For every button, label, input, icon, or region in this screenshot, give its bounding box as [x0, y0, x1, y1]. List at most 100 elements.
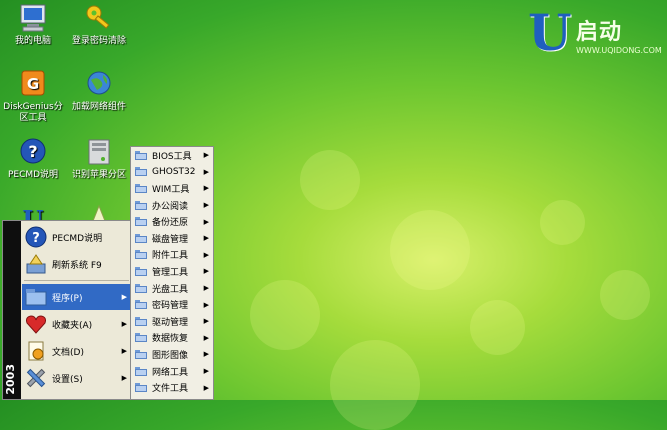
- programs-submenu: BIOS工具 ▶ GHOST32 ▶ WIM工具 ▶ 办公阅读 ▶ 备份还原 ▶ 磁盘管理…: [130, 146, 214, 400]
- svg-text:?: ?: [28, 142, 37, 161]
- programs-item-disk-management[interactable]: 磁盘管理 ▶: [132, 230, 213, 247]
- chevron-right-icon: ▶: [203, 300, 209, 309]
- programs-item-ghost32[interactable]: GHOST32 ▶: [132, 164, 213, 181]
- programs-item-file-tools[interactable]: 文件工具 ▶: [132, 379, 213, 396]
- key-icon: [83, 2, 115, 34]
- folder-icon: [135, 250, 147, 260]
- desktop-icon-label: PECMD说明: [7, 170, 59, 180]
- computer-icon: [17, 2, 49, 34]
- desktop-icon-network[interactable]: 加载网络组件: [66, 68, 132, 113]
- programs-folder-icon: [24, 285, 48, 309]
- chevron-right-icon: ▶: [203, 317, 209, 326]
- desktop-icon-apple-partition[interactable]: 识别苹果分区: [66, 136, 132, 181]
- desktop-icon-my-computer[interactable]: 我的电脑: [0, 2, 66, 47]
- logo-title: 启动: [576, 20, 623, 45]
- start-menu-item-label: 刷新系统 F9: [52, 260, 102, 271]
- programs-item-label: 网络工具: [152, 367, 189, 378]
- background-bokeh: [540, 200, 585, 245]
- chevron-right-icon: ▶: [203, 367, 209, 376]
- start-menu-item-favorites[interactable]: 收藏夹(A) ▶: [22, 311, 131, 337]
- chevron-right-icon: ▶: [121, 320, 127, 328]
- start-menu-item-label: 文档(D): [52, 347, 84, 358]
- programs-item-label: 密码管理: [152, 301, 189, 312]
- tools-icon: [24, 366, 48, 390]
- folder-icon: [135, 200, 147, 210]
- svg-text:?: ?: [32, 231, 40, 246]
- folder-icon: [135, 217, 147, 227]
- programs-item-driver-management[interactable]: 驱动管理 ▶: [132, 313, 213, 330]
- programs-item-graphics[interactable]: 图形图像 ▶: [132, 346, 213, 363]
- programs-item-cd-tools[interactable]: 光盘工具 ▶: [132, 280, 213, 297]
- programs-item-admin-tools[interactable]: 管理工具 ▶: [132, 263, 213, 280]
- desktop-icon-password-clear[interactable]: 登录密码清除: [66, 2, 132, 47]
- folder-icon: [135, 366, 147, 376]
- chevron-right-icon: ▶: [203, 284, 209, 293]
- chevron-right-icon: ▶: [203, 201, 209, 210]
- logo-mark: U: [528, 3, 572, 62]
- desktop-icon-pecmd-help[interactable]: ? PECMD说明: [0, 136, 66, 181]
- programs-item-office-reading[interactable]: 办公阅读 ▶: [132, 197, 213, 214]
- programs-item-accessories[interactable]: 附件工具 ▶: [132, 247, 213, 264]
- help-icon: ?: [17, 136, 49, 168]
- start-menu-item-settings[interactable]: 设置(S) ▶: [22, 365, 131, 391]
- chevron-right-icon: ▶: [203, 383, 209, 392]
- chevron-right-icon: ▶: [203, 234, 209, 243]
- folder-icon: [135, 316, 147, 326]
- folder-icon: [135, 183, 147, 193]
- programs-item-label: 备份还原: [152, 218, 189, 229]
- start-menu-item-documents[interactable]: 文档(D) ▶: [22, 338, 131, 364]
- chevron-right-icon: ▶: [203, 250, 209, 259]
- background-bokeh: [300, 150, 360, 210]
- programs-item-wim-tools[interactable]: WIM工具 ▶: [132, 180, 213, 197]
- chevron-right-icon: ▶: [121, 293, 127, 301]
- start-menu-item-label: PECMD说明: [52, 233, 103, 244]
- background-bokeh: [390, 210, 470, 290]
- programs-item-label: 附件工具: [152, 251, 189, 262]
- chevron-right-icon: ▶: [203, 184, 209, 193]
- programs-item-label: 文件工具: [152, 384, 189, 395]
- hard-drive-icon: [83, 136, 115, 168]
- programs-item-network-tools[interactable]: 网络工具 ▶: [132, 363, 213, 380]
- chevron-right-icon: ▶: [203, 151, 209, 160]
- heart-icon: [24, 312, 48, 336]
- start-menu: 2003 ? PECMD说明 刷新系统 F9 程序(P) ▶ 收藏夹(A) ▶ …: [2, 220, 132, 400]
- background-bokeh: [250, 280, 320, 350]
- documents-icon: [24, 339, 48, 363]
- chevron-right-icon: ▶: [203, 217, 209, 226]
- folder-icon: [135, 300, 147, 310]
- start-menu-item-label: 设置(S): [52, 374, 83, 385]
- programs-item-label: 磁盘管理: [152, 234, 189, 245]
- uqidong-logo: U 启动 WWW.UQIDONG.COM: [528, 3, 662, 66]
- start-menu-item-pecmd-help[interactable]: ? PECMD说明: [22, 224, 131, 250]
- chevron-right-icon: ▶: [203, 167, 209, 176]
- desktop-icon-label: 登录密码清除: [71, 36, 126, 46]
- programs-item-data-recovery[interactable]: 数据恢复 ▶: [132, 330, 213, 347]
- background-bokeh: [600, 270, 650, 320]
- folder-icon: [135, 333, 147, 343]
- start-menu-item-programs[interactable]: 程序(P) ▶: [22, 284, 131, 310]
- background-bokeh: [330, 340, 420, 430]
- chevron-right-icon: ▶: [203, 350, 209, 359]
- folder-icon: [135, 266, 147, 276]
- folder-icon: [135, 349, 147, 359]
- chevron-right-icon: ▶: [121, 347, 127, 355]
- desktop-icon-label: 识别苹果分区: [71, 170, 126, 180]
- folder-icon: [135, 383, 147, 393]
- refresh-icon: [24, 252, 48, 276]
- folder-icon: [135, 167, 147, 177]
- desktop-icon-label: 加载网络组件: [71, 102, 126, 112]
- start-menu-item-label: 收藏夹(A): [52, 320, 93, 331]
- programs-item-bios-tools[interactable]: BIOS工具 ▶: [132, 147, 213, 164]
- start-menu-sidebar: 2003: [3, 221, 21, 399]
- desktop-icon-diskgenius[interactable]: G DiskGenius分区工具: [0, 68, 66, 124]
- programs-item-label: 数据恢复: [152, 334, 189, 345]
- programs-item-label: 光盘工具: [152, 284, 189, 295]
- chevron-right-icon: ▶: [203, 333, 209, 342]
- programs-item-label: 驱动管理: [152, 317, 189, 328]
- programs-item-password-management[interactable]: 密码管理 ▶: [132, 296, 213, 313]
- programs-item-backup-restore[interactable]: 备份还原 ▶: [132, 213, 213, 230]
- chevron-right-icon: ▶: [121, 374, 127, 382]
- start-menu-item-refresh[interactable]: 刷新系统 F9: [22, 251, 131, 277]
- background-bokeh: [470, 300, 525, 355]
- programs-item-label: 管理工具: [152, 267, 189, 278]
